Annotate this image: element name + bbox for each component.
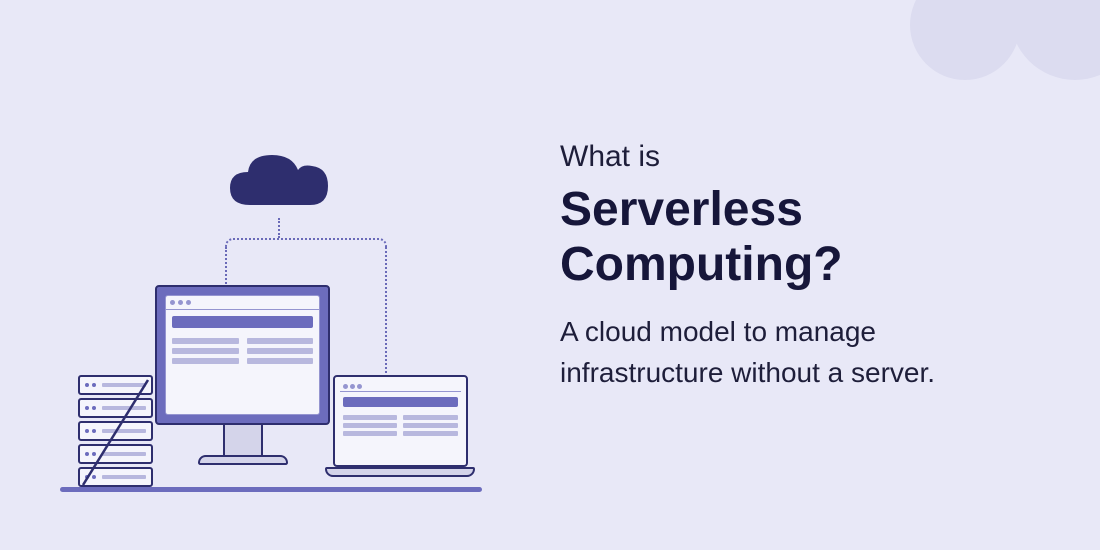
content-bar	[403, 423, 458, 428]
server-unit	[78, 421, 153, 441]
window-control-dot	[343, 384, 348, 389]
monitor-screen	[155, 285, 330, 425]
content-bar	[343, 431, 398, 436]
content-bar	[172, 316, 313, 328]
content-bar	[172, 338, 239, 344]
eyebrow-text: What is	[560, 140, 1040, 174]
content-bar	[403, 415, 458, 420]
window-control-dot	[350, 384, 355, 389]
cloud-icon	[220, 150, 340, 220]
monitor-stand	[223, 425, 263, 455]
content-bar	[343, 415, 398, 420]
laptop-base	[325, 467, 475, 477]
content-bar	[172, 348, 239, 354]
connection-line-right	[385, 247, 387, 377]
server-unit	[78, 467, 153, 487]
content-bar	[403, 431, 458, 436]
desktop-monitor	[155, 285, 330, 485]
monitor-window	[165, 295, 320, 415]
window-body	[166, 310, 319, 414]
content-bar	[343, 397, 458, 407]
text-content: What is Serverless Computing? A cloud mo…	[560, 140, 1040, 394]
content-bar	[343, 423, 398, 428]
window-control-dot	[357, 384, 362, 389]
content-bar	[247, 348, 314, 354]
content-bar	[247, 358, 314, 364]
decoration-circle-2	[1010, 0, 1100, 80]
connection-line-left	[225, 247, 227, 287]
content-bar	[247, 338, 314, 344]
window-control-dot	[186, 300, 191, 305]
connection-line-horizontal	[225, 238, 387, 248]
ground-line	[60, 487, 482, 492]
title-text: Serverless Computing?	[560, 182, 1040, 292]
laptop	[325, 375, 475, 490]
illustration-group	[60, 150, 500, 530]
laptop-window-body	[340, 392, 461, 460]
server-stack	[78, 375, 153, 490]
content-bar	[172, 358, 239, 364]
server-unit	[78, 398, 153, 418]
server-unit	[78, 375, 153, 395]
decoration-circle-1	[910, 0, 1020, 80]
window-header	[166, 296, 319, 310]
window-control-dot	[178, 300, 183, 305]
laptop-screen	[333, 375, 468, 467]
server-unit	[78, 444, 153, 464]
window-control-dot	[170, 300, 175, 305]
subtitle-text: A cloud model to manage infrastructure w…	[560, 312, 1040, 393]
monitor-base	[198, 455, 288, 465]
laptop-window-header	[340, 382, 461, 392]
connection-line-main	[278, 218, 280, 238]
